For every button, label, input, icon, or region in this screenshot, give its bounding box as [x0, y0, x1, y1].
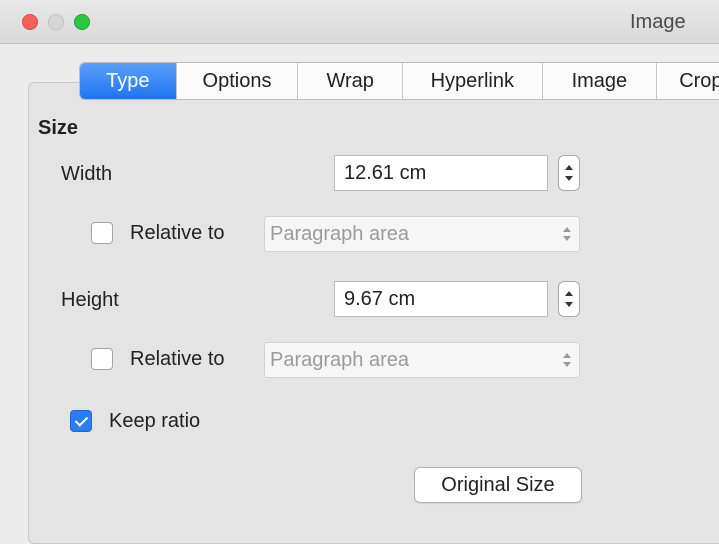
chevron-updown-icon — [563, 227, 571, 241]
tab-type[interactable]: Type — [80, 63, 177, 99]
height-stepper[interactable] — [558, 281, 580, 317]
down-arrow-icon — [565, 176, 573, 181]
tab-crop[interactable]: Crop — [657, 63, 719, 99]
keep-ratio-checkbox[interactable] — [70, 410, 92, 432]
height-input[interactable] — [334, 281, 548, 317]
width-relative-select[interactable]: Paragraph area — [264, 216, 580, 252]
close-window-button[interactable] — [22, 14, 38, 30]
tab-bar: Type Options Wrap Hyperlink Image Crop — [79, 62, 719, 100]
tab-hyperlink[interactable]: Hyperlink — [403, 63, 543, 99]
down-arrow-icon — [565, 302, 573, 307]
width-relative-checkbox[interactable] — [91, 222, 113, 244]
up-arrow-icon — [565, 291, 573, 296]
tab-options[interactable]: Options — [177, 63, 299, 99]
original-size-button[interactable]: Original Size — [414, 467, 582, 503]
width-stepper[interactable] — [558, 155, 580, 191]
height-relative-label: Relative to — [130, 348, 225, 370]
width-relative-label: Relative to — [130, 222, 225, 244]
height-relative-select-value: Paragraph area — [270, 349, 409, 371]
height-label: Height — [61, 289, 119, 311]
chevron-updown-icon — [563, 353, 571, 367]
minimize-window-button[interactable] — [48, 14, 64, 30]
tab-image[interactable]: Image — [543, 63, 658, 99]
width-label: Width — [61, 163, 113, 185]
keep-ratio-label: Keep ratio — [109, 410, 201, 432]
width-input[interactable] — [334, 155, 548, 191]
size-section-title: Size — [38, 117, 79, 139]
width-relative-select-value: Paragraph area — [270, 223, 409, 245]
zoom-window-button[interactable] — [74, 14, 90, 30]
title-bar: Image — [0, 0, 719, 44]
window-title: Image — [630, 11, 686, 33]
up-down-stepper-icon — [565, 165, 573, 170]
height-relative-checkbox[interactable] — [91, 348, 113, 370]
height-relative-select[interactable]: Paragraph area — [264, 342, 580, 378]
tab-wrap[interactable]: Wrap — [298, 63, 403, 99]
